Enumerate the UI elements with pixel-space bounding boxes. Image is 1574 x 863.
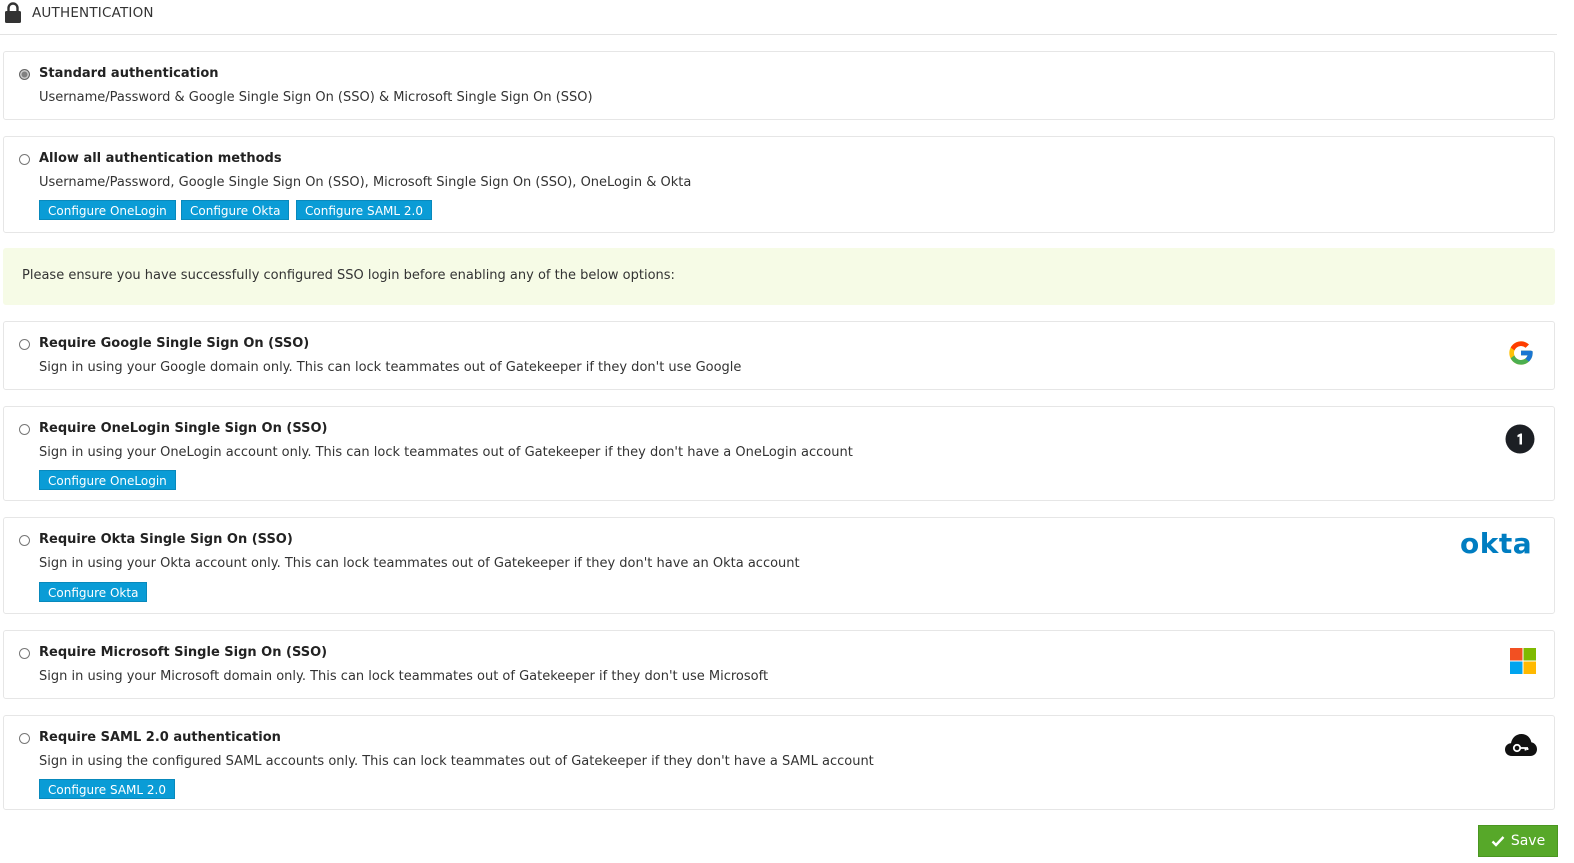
save-label: Save (1510, 833, 1546, 849)
option-description: Sign in using your Microsoft domain only… (39, 669, 769, 684)
option-description: Username/Password, Google Single Sign On… (39, 175, 692, 190)
configure-okta-button[interactable]: Configure Okta (39, 582, 148, 602)
option-description: Sign in using your Google domain only. T… (39, 360, 742, 375)
option-require-okta[interactable]: Require Okta Single Sign On (SSO) Sign i… (3, 517, 1555, 614)
option-title: Require Okta Single Sign On (SSO) (39, 532, 293, 547)
option-description: Sign in using your Okta account only. Th… (39, 556, 800, 571)
option-title: Require Microsoft Single Sign On (SSO) (39, 645, 328, 660)
option-title: Allow all authentication methods (39, 151, 282, 166)
section-title: AUTHENTICATION (32, 5, 154, 21)
option-title: Require SAML 2.0 authentication (39, 730, 281, 745)
notice-text: Please ensure you have successfully conf… (22, 268, 675, 283)
option-allow-all[interactable]: Allow all authentication methods Usernam… (3, 136, 1555, 233)
microsoft-logo (1510, 648, 1536, 674)
option-description: Sign in using the configured SAML accoun… (39, 754, 874, 769)
option-standard-auth[interactable]: Standard authentication Username/Passwor… (3, 51, 1555, 120)
radio-require-microsoft[interactable] (19, 648, 30, 659)
radio-require-google[interactable] (19, 339, 30, 350)
radio-require-saml[interactable] (19, 733, 30, 744)
sso-notice: Please ensure you have successfully conf… (3, 248, 1555, 305)
checkmark-icon (1491, 836, 1505, 847)
cloud-key-icon (1505, 734, 1537, 756)
option-description: Username/Password & Google Single Sign O… (39, 90, 593, 105)
option-require-google[interactable]: Require Google Single Sign On (SSO) Sign… (3, 321, 1555, 390)
onelogin-logo (1505, 424, 1535, 454)
configure-onelogin-button[interactable]: Configure OneLogin (39, 470, 176, 490)
option-title: Standard authentication (39, 66, 219, 81)
okta-logo: okta (1460, 527, 1533, 560)
configure-okta-button[interactable]: Configure Okta (181, 200, 290, 220)
google-logo (1509, 341, 1533, 365)
option-description: Sign in using your OneLogin account only… (39, 445, 853, 460)
option-title: Require Google Single Sign On (SSO) (39, 336, 310, 351)
radio-standard-auth[interactable] (19, 69, 30, 80)
configure-saml-button[interactable]: Configure SAML 2.0 (296, 200, 432, 220)
option-require-onelogin[interactable]: Require OneLogin Single Sign On (SSO) Si… (3, 406, 1555, 501)
radio-require-okta[interactable] (19, 535, 30, 546)
lock-icon (5, 2, 21, 23)
configure-onelogin-button[interactable]: Configure OneLogin (39, 200, 176, 220)
option-title: Require OneLogin Single Sign On (SSO) (39, 421, 328, 436)
configure-saml-button[interactable]: Configure SAML 2.0 (39, 779, 175, 799)
radio-allow-all[interactable] (19, 154, 30, 165)
section-header: AUTHENTICATION (0, 0, 1557, 35)
option-require-saml[interactable]: Require SAML 2.0 authentication Sign in … (3, 715, 1555, 810)
save-button[interactable]: Save (1478, 825, 1558, 857)
option-require-microsoft[interactable]: Require Microsoft Single Sign On (SSO) S… (3, 630, 1555, 699)
radio-require-onelogin[interactable] (19, 424, 30, 435)
